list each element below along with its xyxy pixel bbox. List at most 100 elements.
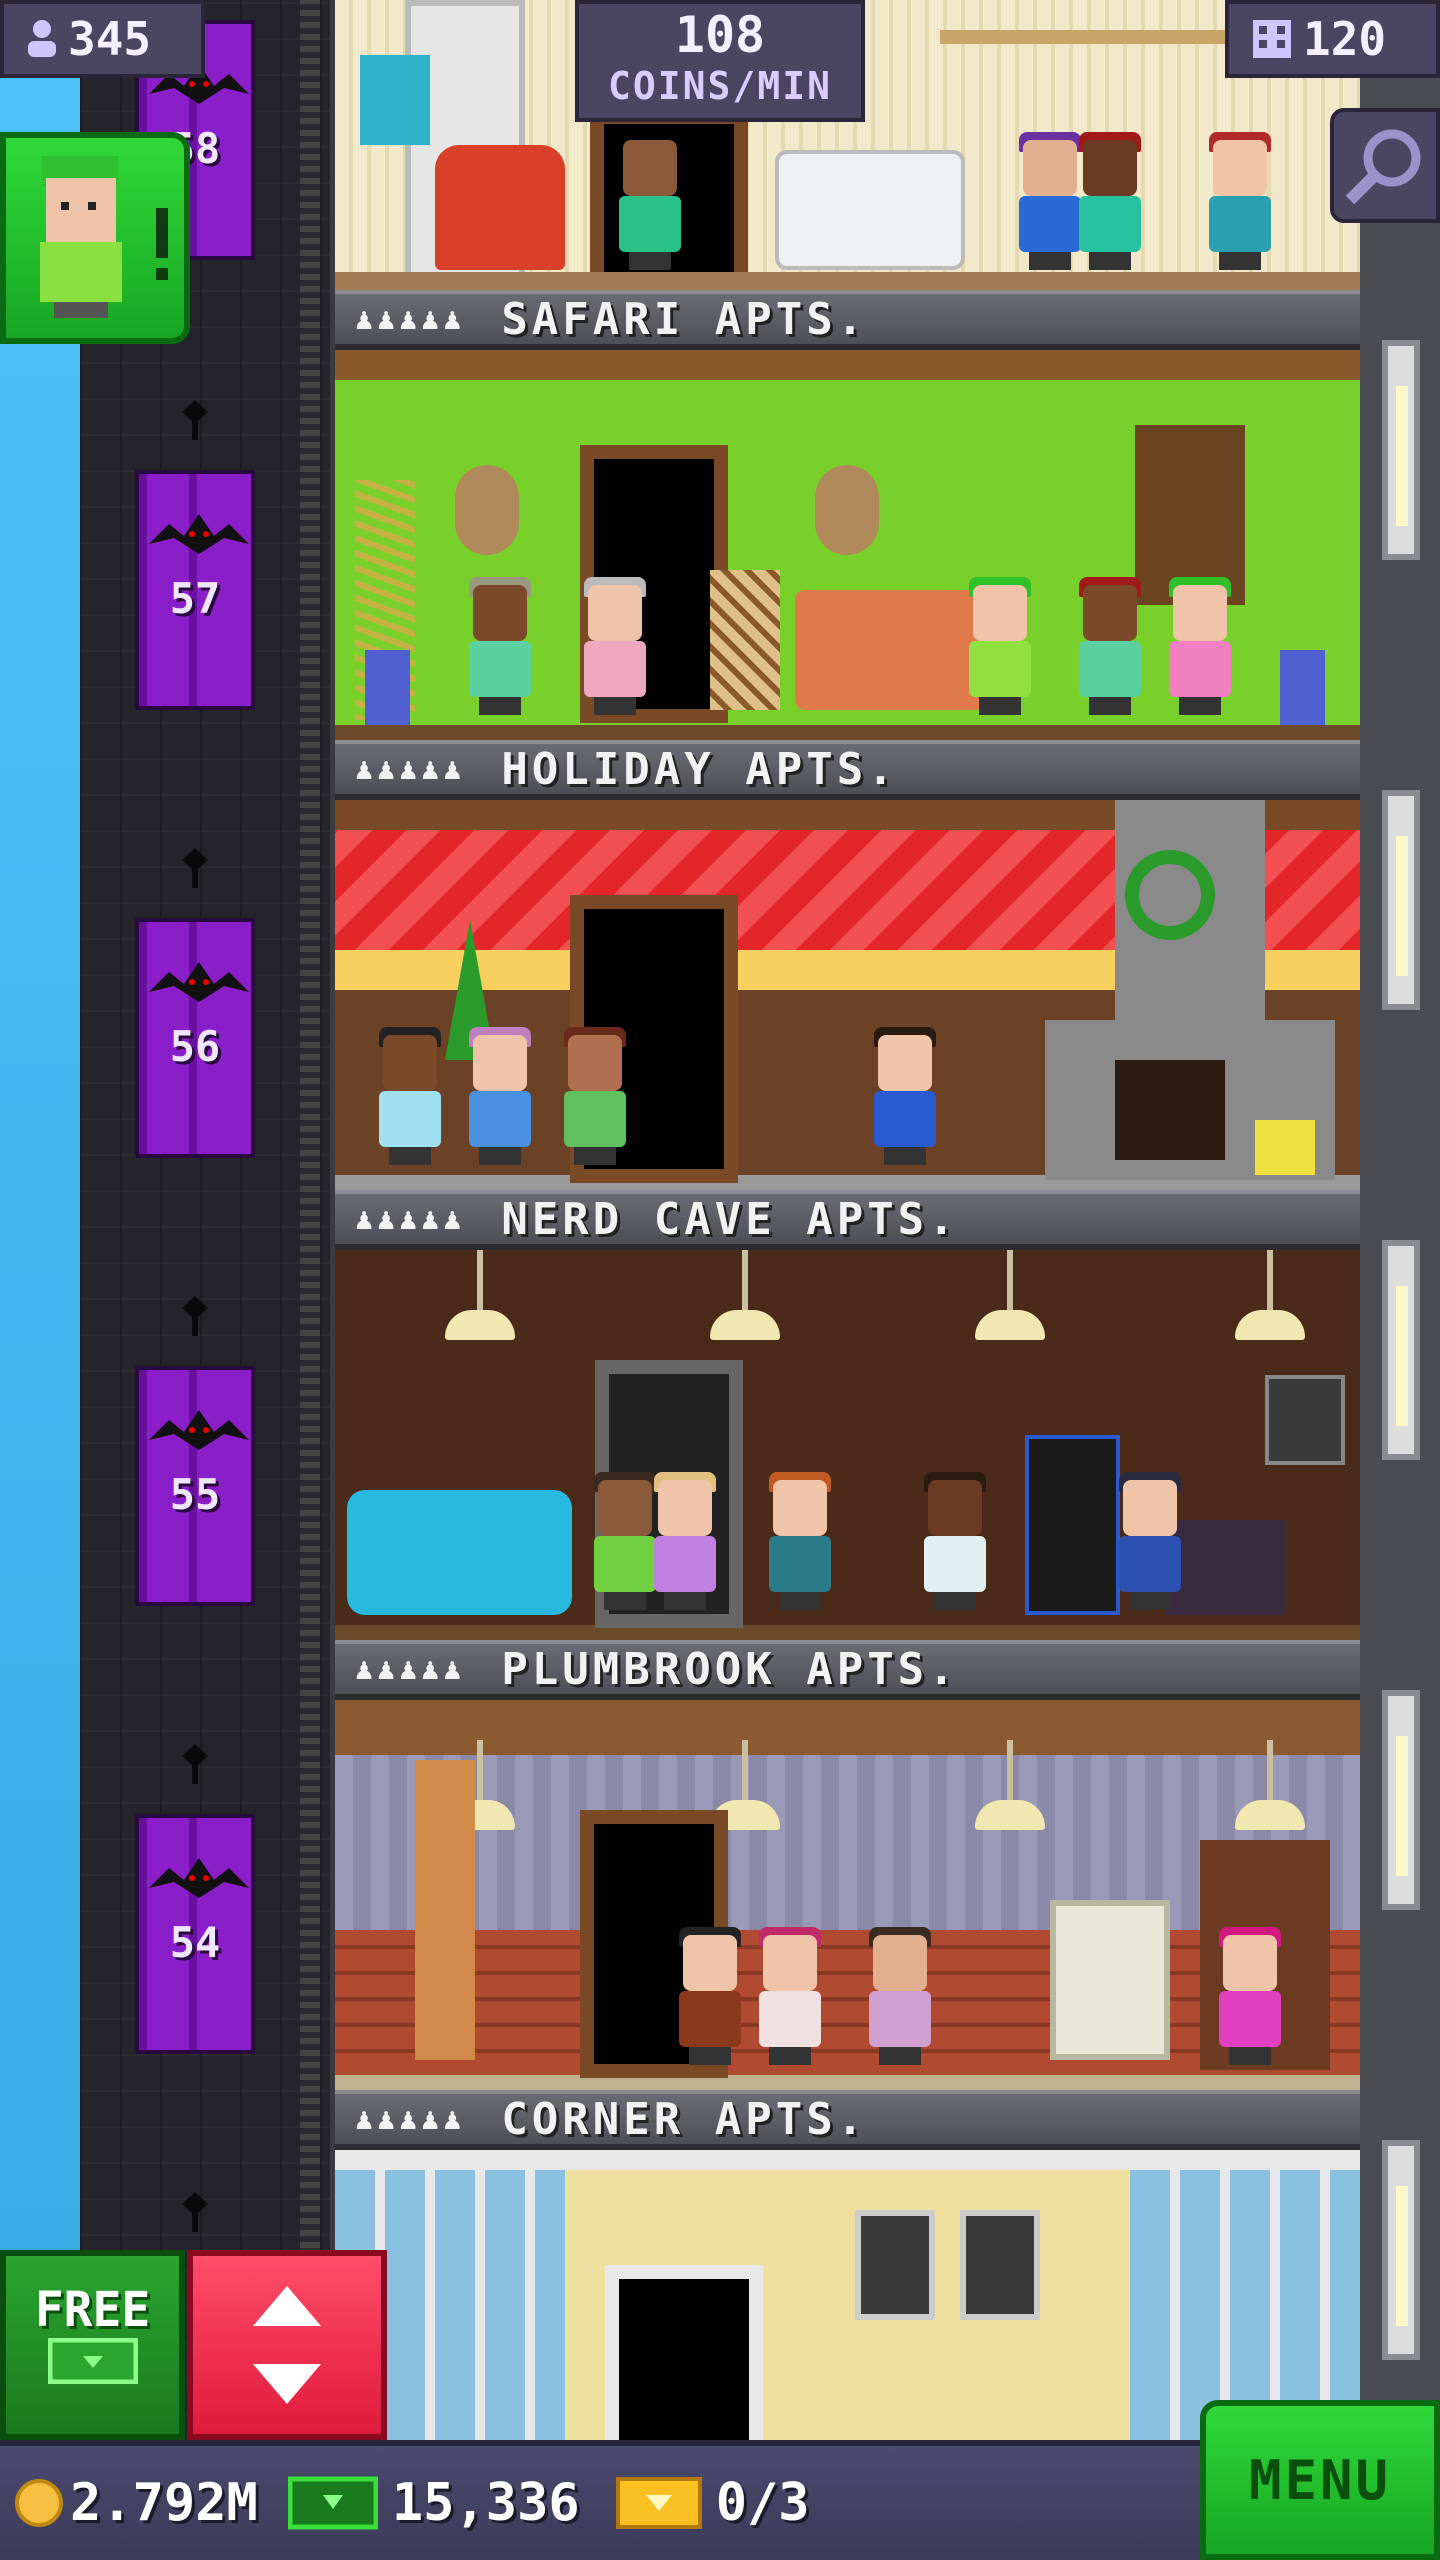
population-counter[interactable]: 345	[0, 0, 205, 78]
floor-marker-icon	[180, 1296, 210, 1336]
floor-label-corner[interactable]: ♟♟♟♟♟ CORNER APTS.	[335, 2090, 1360, 2150]
ceiling-lamp	[975, 1250, 1045, 1354]
sofa	[775, 150, 965, 270]
window	[1382, 790, 1420, 1010]
resident[interactable]	[615, 140, 685, 270]
window	[1382, 2140, 1420, 2360]
bat-decoration-icon	[149, 1858, 249, 1898]
resident[interactable]	[465, 577, 535, 715]
menu-button[interactable]: MENU	[1200, 2400, 1440, 2560]
plant-pot	[365, 650, 410, 725]
building-icon	[1253, 20, 1291, 58]
bux-value: 15,336	[391, 2473, 580, 2533]
sky-background	[0, 0, 90, 2560]
wall-shelf	[940, 30, 1240, 44]
elevator-car-55[interactable]: 55	[135, 1366, 255, 1606]
magnifier-icon	[1345, 129, 1421, 205]
tribal-mask	[455, 465, 519, 555]
free-bux-button[interactable]: FREE	[0, 2250, 185, 2440]
vip-character-icon	[40, 156, 168, 318]
resident-slots: ♟♟♟♟♟	[355, 2101, 466, 2137]
resident[interactable]	[560, 1027, 630, 1165]
floor-name: SAFARI APTS.	[501, 293, 868, 345]
ceiling-lamp	[445, 1250, 515, 1354]
elevator-car-56[interactable]: 56	[135, 918, 255, 1158]
plant-pot	[1280, 650, 1325, 725]
ceiling-lamp	[710, 1250, 780, 1354]
vip-visitor-button[interactable]	[0, 132, 190, 344]
elevator-floor-number: 54	[169, 1918, 221, 1967]
floor-counter[interactable]: 120	[1225, 0, 1440, 78]
resident[interactable]	[1165, 577, 1235, 715]
elevator-rail	[300, 0, 320, 2560]
retro-computer	[1050, 1900, 1170, 2060]
resident[interactable]	[965, 577, 1035, 715]
floor-marker-icon	[180, 848, 210, 888]
floor-count-value: 120	[1303, 12, 1387, 66]
floor-room-holiday[interactable]	[335, 800, 1360, 1190]
elevator-floor-number: 57	[169, 574, 221, 623]
resident[interactable]	[865, 1927, 935, 2065]
floor-label-nerd-cave[interactable]: ♟♟♟♟♟ NERD CAVE APTS.	[335, 1190, 1360, 1250]
ceiling-lamp	[1235, 1740, 1305, 1844]
floor-room-safari[interactable]	[335, 350, 1360, 740]
gift-box	[1255, 1120, 1315, 1175]
floor-label-holiday[interactable]: ♟♟♟♟♟ HOLIDAY APTS.	[335, 740, 1360, 800]
resident[interactable]	[650, 1472, 720, 1610]
ceiling-beam	[335, 1700, 1360, 1755]
elevator-floor-number: 56	[169, 1022, 221, 1071]
floor-name: HOLIDAY APTS.	[501, 743, 898, 795]
coins-rate-value: 108	[674, 6, 766, 64]
floor-marker-icon	[180, 400, 210, 440]
resident[interactable]	[1115, 1472, 1185, 1610]
resident[interactable]	[675, 1927, 745, 2065]
floor-room-plumbrook[interactable]	[335, 1700, 1360, 2090]
floor-marker-icon	[180, 1744, 210, 1784]
resident-slots: ♟♟♟♟♟	[355, 1651, 466, 1687]
floor-name: CORNER APTS.	[501, 2093, 868, 2145]
ceiling-beam	[335, 2150, 1360, 2170]
floor-label-plumbrook[interactable]: ♟♟♟♟♟ PLUMBROOK APTS.	[335, 1640, 1360, 1700]
population-icon	[28, 20, 56, 57]
floor-marker-icon	[180, 2192, 210, 2232]
resident[interactable]	[1215, 1927, 1285, 2065]
up-down-arrows-icon	[253, 2286, 321, 2404]
menu-label: MENU	[1248, 2448, 1392, 2512]
floor-boards	[335, 725, 1360, 740]
wall-poster	[1265, 1375, 1345, 1465]
population-value: 345	[68, 12, 152, 66]
resident[interactable]	[870, 1027, 940, 1165]
wreath	[1125, 850, 1215, 940]
resident-slots: ♟♟♟♟♟	[355, 301, 466, 337]
arcade-machine	[1025, 1435, 1120, 1615]
resident[interactable]	[1075, 132, 1145, 270]
floor-label-safari[interactable]: ♟♟♟♟♟ SAFARI APTS.	[335, 290, 1360, 350]
resident[interactable]	[465, 1027, 535, 1165]
resident[interactable]	[755, 1927, 825, 2065]
resident[interactable]	[1205, 132, 1275, 270]
resident[interactable]	[1075, 577, 1145, 715]
floor-room-corner[interactable]	[335, 2150, 1360, 2468]
elevator-car-57[interactable]: 57	[135, 470, 255, 710]
resident[interactable]	[375, 1027, 445, 1165]
resident[interactable]	[920, 1472, 990, 1610]
resident[interactable]	[765, 1472, 835, 1610]
search-button[interactable]	[1330, 108, 1440, 223]
elevator-control-button[interactable]	[187, 2250, 387, 2440]
building-right-wall	[1360, 0, 1440, 2560]
coin-icon	[15, 2479, 63, 2527]
elevator-car-54[interactable]: 54	[135, 1814, 255, 2054]
coins-value: 2.792M	[70, 2473, 258, 2533]
resident-slots: ♟♟♟♟♟	[355, 751, 466, 787]
bat-decoration-icon	[149, 962, 249, 1002]
floor-boards	[335, 2075, 1360, 2090]
apartment-door[interactable]	[605, 2265, 763, 2468]
floor-room-nerd-cave[interactable]	[335, 1250, 1360, 1640]
resident[interactable]	[580, 577, 650, 715]
golden-ticket-icon	[615, 2477, 702, 2529]
bat-decoration-icon	[149, 1410, 249, 1450]
picture-frame	[960, 2210, 1040, 2320]
ceiling-lamp	[975, 1740, 1045, 1844]
coins-rate-label: COINS/MIN	[608, 64, 832, 108]
free-label: FREE	[34, 2282, 151, 2338]
